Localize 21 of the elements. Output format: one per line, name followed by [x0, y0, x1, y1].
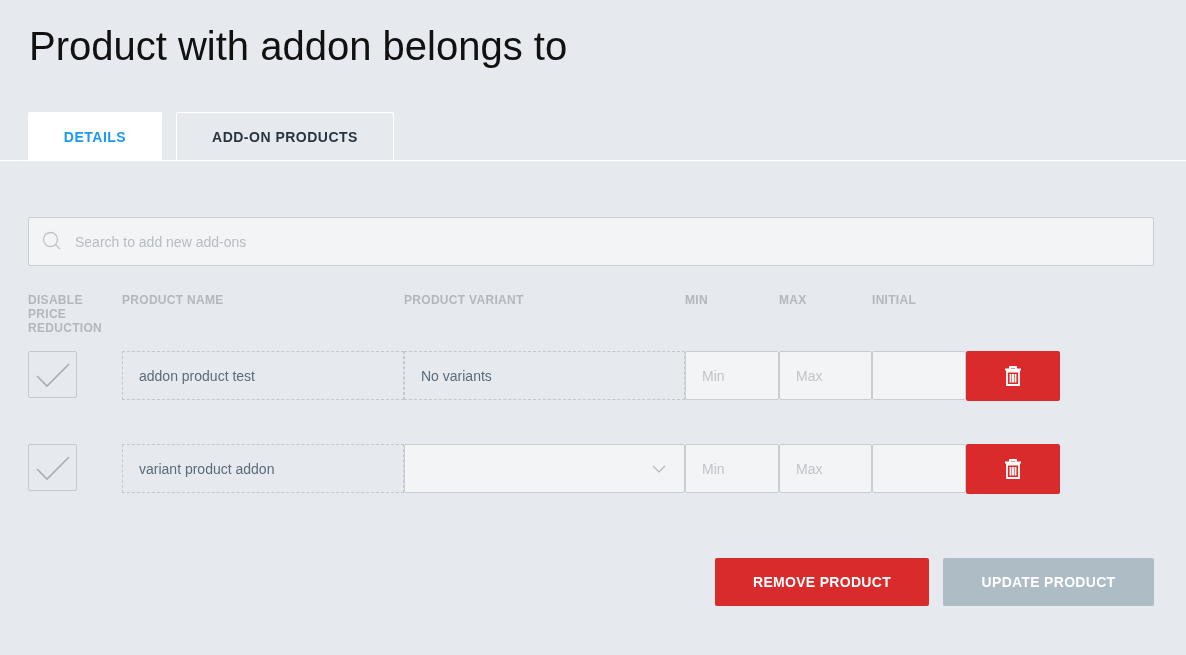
search-field[interactable]: Search to add new add-ons [28, 217, 1154, 266]
checkbox[interactable] [28, 351, 77, 398]
checkmark-icon [35, 454, 70, 481]
trash-icon [1004, 459, 1022, 479]
variant-dropdown[interactable] [404, 444, 685, 493]
checkmark-icon [35, 361, 70, 388]
checkbox[interactable] [28, 444, 77, 491]
search-icon [42, 231, 62, 251]
remove-button[interactable]: REMOVE PRODUCT [715, 558, 929, 606]
initial-field[interactable] [872, 351, 966, 400]
product-name-field: addon product test [122, 351, 404, 400]
variant-field: No variants [404, 351, 685, 400]
initial-field[interactable] [872, 444, 966, 493]
tab[interactable]: DETAILS [28, 112, 162, 160]
delete-button[interactable] [966, 444, 1060, 494]
tab[interactable]: ADD-ON PRODUCTS [176, 112, 394, 160]
trash-icon [1004, 366, 1022, 386]
delete-button[interactable] [966, 351, 1060, 401]
product-name-field: variant product addon [122, 444, 404, 493]
page-title: Product with addon belongs to [28, 23, 569, 70]
chevron-down-icon [652, 464, 666, 473]
